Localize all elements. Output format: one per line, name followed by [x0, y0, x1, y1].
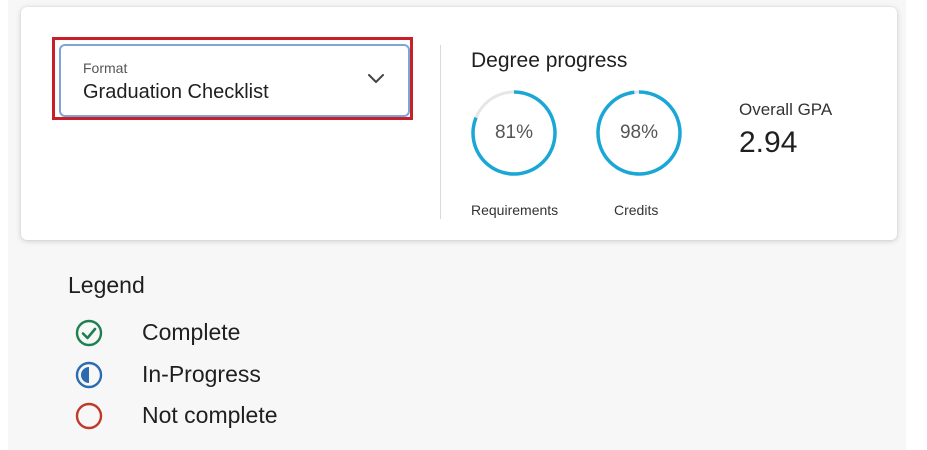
format-label: Format: [83, 60, 128, 76]
legend-label-not-complete: Not complete: [142, 402, 278, 428]
check-circle-icon: [75, 319, 103, 347]
legend-title: Legend: [68, 272, 145, 298]
chevron-down-icon[interactable]: [366, 72, 386, 86]
half-circle-icon: [75, 361, 103, 389]
overall-gpa-value: 2.94: [739, 126, 798, 159]
empty-circle-icon: [75, 402, 103, 430]
requirements-progress-ring: 81%: [469, 88, 559, 178]
legend-label-complete: Complete: [142, 319, 241, 345]
degree-progress-title: Degree progress: [471, 49, 628, 72]
credits-caption: Credits: [614, 202, 659, 218]
format-selected-value: Graduation Checklist: [83, 81, 269, 103]
format-dropdown[interactable]: Format Graduation Checklist: [59, 44, 410, 117]
requirements-caption: Requirements: [471, 202, 559, 218]
credits-progress-ring: 98%: [594, 88, 684, 178]
overall-gpa-label: Overall GPA: [739, 100, 833, 119]
requirements-percent: 81%: [494, 122, 534, 143]
vertical-divider: [440, 45, 441, 219]
credits-percent: 98%: [619, 122, 659, 143]
legend-label-in-progress: In-Progress: [142, 361, 261, 387]
